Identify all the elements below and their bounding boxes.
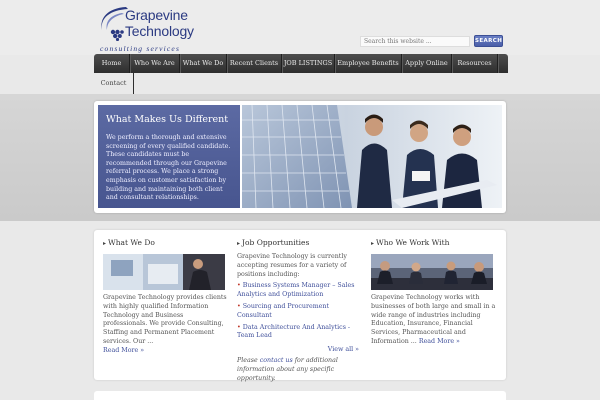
job-item[interactable]: • Business Systems Manager – Sales Analyt…: [237, 282, 363, 300]
job-item[interactable]: • Data Architecture And Analytics - Team …: [237, 324, 363, 342]
jobs-heading: ▸ Job Opportunities: [237, 238, 363, 250]
logo-tagline: consulting services: [100, 44, 181, 53]
office-image: [103, 254, 225, 290]
nav-item-what-we-do[interactable]: What We Do: [180, 54, 227, 73]
job-link[interactable]: Business Systems Manager – Sales Analyti…: [237, 282, 354, 298]
what-we-do-text: Grapevine Technology provides clients wi…: [103, 294, 227, 356]
nav-item-job-listings[interactable]: JOB LISTINGS: [282, 54, 335, 73]
jobs-heading-text: Job Opportunities: [242, 238, 310, 247]
nav-item-contact[interactable]: Contact: [94, 73, 134, 94]
bullet-icon: •: [237, 302, 241, 310]
hero-slider: What Makes Us Different We perform a tho…: [94, 101, 506, 213]
jobs-column: ▸ Job Opportunities Grapevine Technology …: [237, 238, 363, 384]
site-logo[interactable]: Grapevine Technology consulting services: [96, 4, 200, 54]
arrow-right-icon: ▸: [237, 240, 241, 247]
nav-item-apply-online[interactable]: Apply Online: [402, 54, 452, 73]
search-input[interactable]: [360, 36, 470, 47]
jobs-intro: Grapevine Technology is currently accept…: [237, 253, 347, 278]
who-we-work-with-text: Grapevine Technology works with business…: [371, 294, 497, 347]
hero-text: We perform a thorough and extensive scre…: [106, 134, 231, 202]
nav-bar: Home Who We Are What We Do Recent Client…: [94, 54, 508, 73]
who-we-work-with-heading: ▸ Who We Work With: [371, 238, 497, 250]
jobs-note-prefix: Please: [237, 357, 260, 365]
job-link[interactable]: Sourcing and Procurement Consultant: [237, 303, 329, 319]
arrow-right-icon: ▸: [371, 240, 375, 247]
meeting-image: [371, 254, 493, 290]
bullet-icon: •: [237, 282, 241, 290]
nav-item-employee-benefits[interactable]: Employee Benefits: [335, 54, 402, 73]
search-button[interactable]: SEARCH: [474, 35, 503, 47]
job-item[interactable]: • Sourcing and Procurement Consultant: [237, 303, 363, 321]
who-we-work-with-heading-text: Who We Work With: [376, 238, 450, 247]
business-team-image: [242, 105, 497, 208]
job-link[interactable]: Data Architecture And Analytics - Team L…: [237, 324, 350, 340]
what-we-do-heading-text: What We Do: [108, 238, 155, 247]
who-we-work-with-column: ▸ Who We Work With Grapevine Technology w…: [371, 238, 497, 347]
site-header: Grapevine Technology consulting services…: [0, 0, 600, 55]
grape-icon: [110, 29, 124, 41]
content-box: ▸ What We Do Grapevine Technology provide…: [94, 230, 506, 382]
logo-name-line1: Grapevine: [125, 7, 188, 23]
what-we-do-heading: ▸ What We Do: [103, 238, 227, 250]
nav-item-who-we-are[interactable]: Who We Are: [130, 54, 180, 73]
main-nav: Home Who We Are What We Do Recent Client…: [94, 54, 508, 94]
jobs-note: Please contact us for additional informa…: [237, 357, 363, 383]
logo-name-line2: Technology: [125, 23, 194, 39]
who-we-work-with-read-more[interactable]: Read More »: [419, 338, 460, 345]
contact-us-link[interactable]: contact us: [260, 357, 293, 364]
arrow-right-icon: ▸: [103, 240, 107, 247]
bottom-box: [94, 391, 506, 400]
view-all-jobs-link[interactable]: View all »: [237, 346, 359, 353]
nav-item-resources[interactable]: Resources: [452, 54, 498, 73]
hero-photo: [242, 105, 502, 208]
hero-title: What Makes Us Different: [106, 114, 229, 125]
nav-item-home[interactable]: Home: [94, 54, 130, 73]
what-we-do-column: ▸ What We Do Grapevine Technology provide…: [103, 238, 227, 356]
what-we-do-body: Grapevine Technology provides clients wi…: [103, 294, 227, 345]
hero-text-panel: What Makes Us Different We perform a tho…: [98, 105, 240, 208]
bullet-icon: •: [237, 323, 241, 331]
nav-row-2: Contact: [94, 73, 134, 94]
what-we-do-read-more[interactable]: Read More »: [103, 347, 144, 354]
nav-item-recent-clients[interactable]: Recent Clients: [227, 54, 282, 73]
